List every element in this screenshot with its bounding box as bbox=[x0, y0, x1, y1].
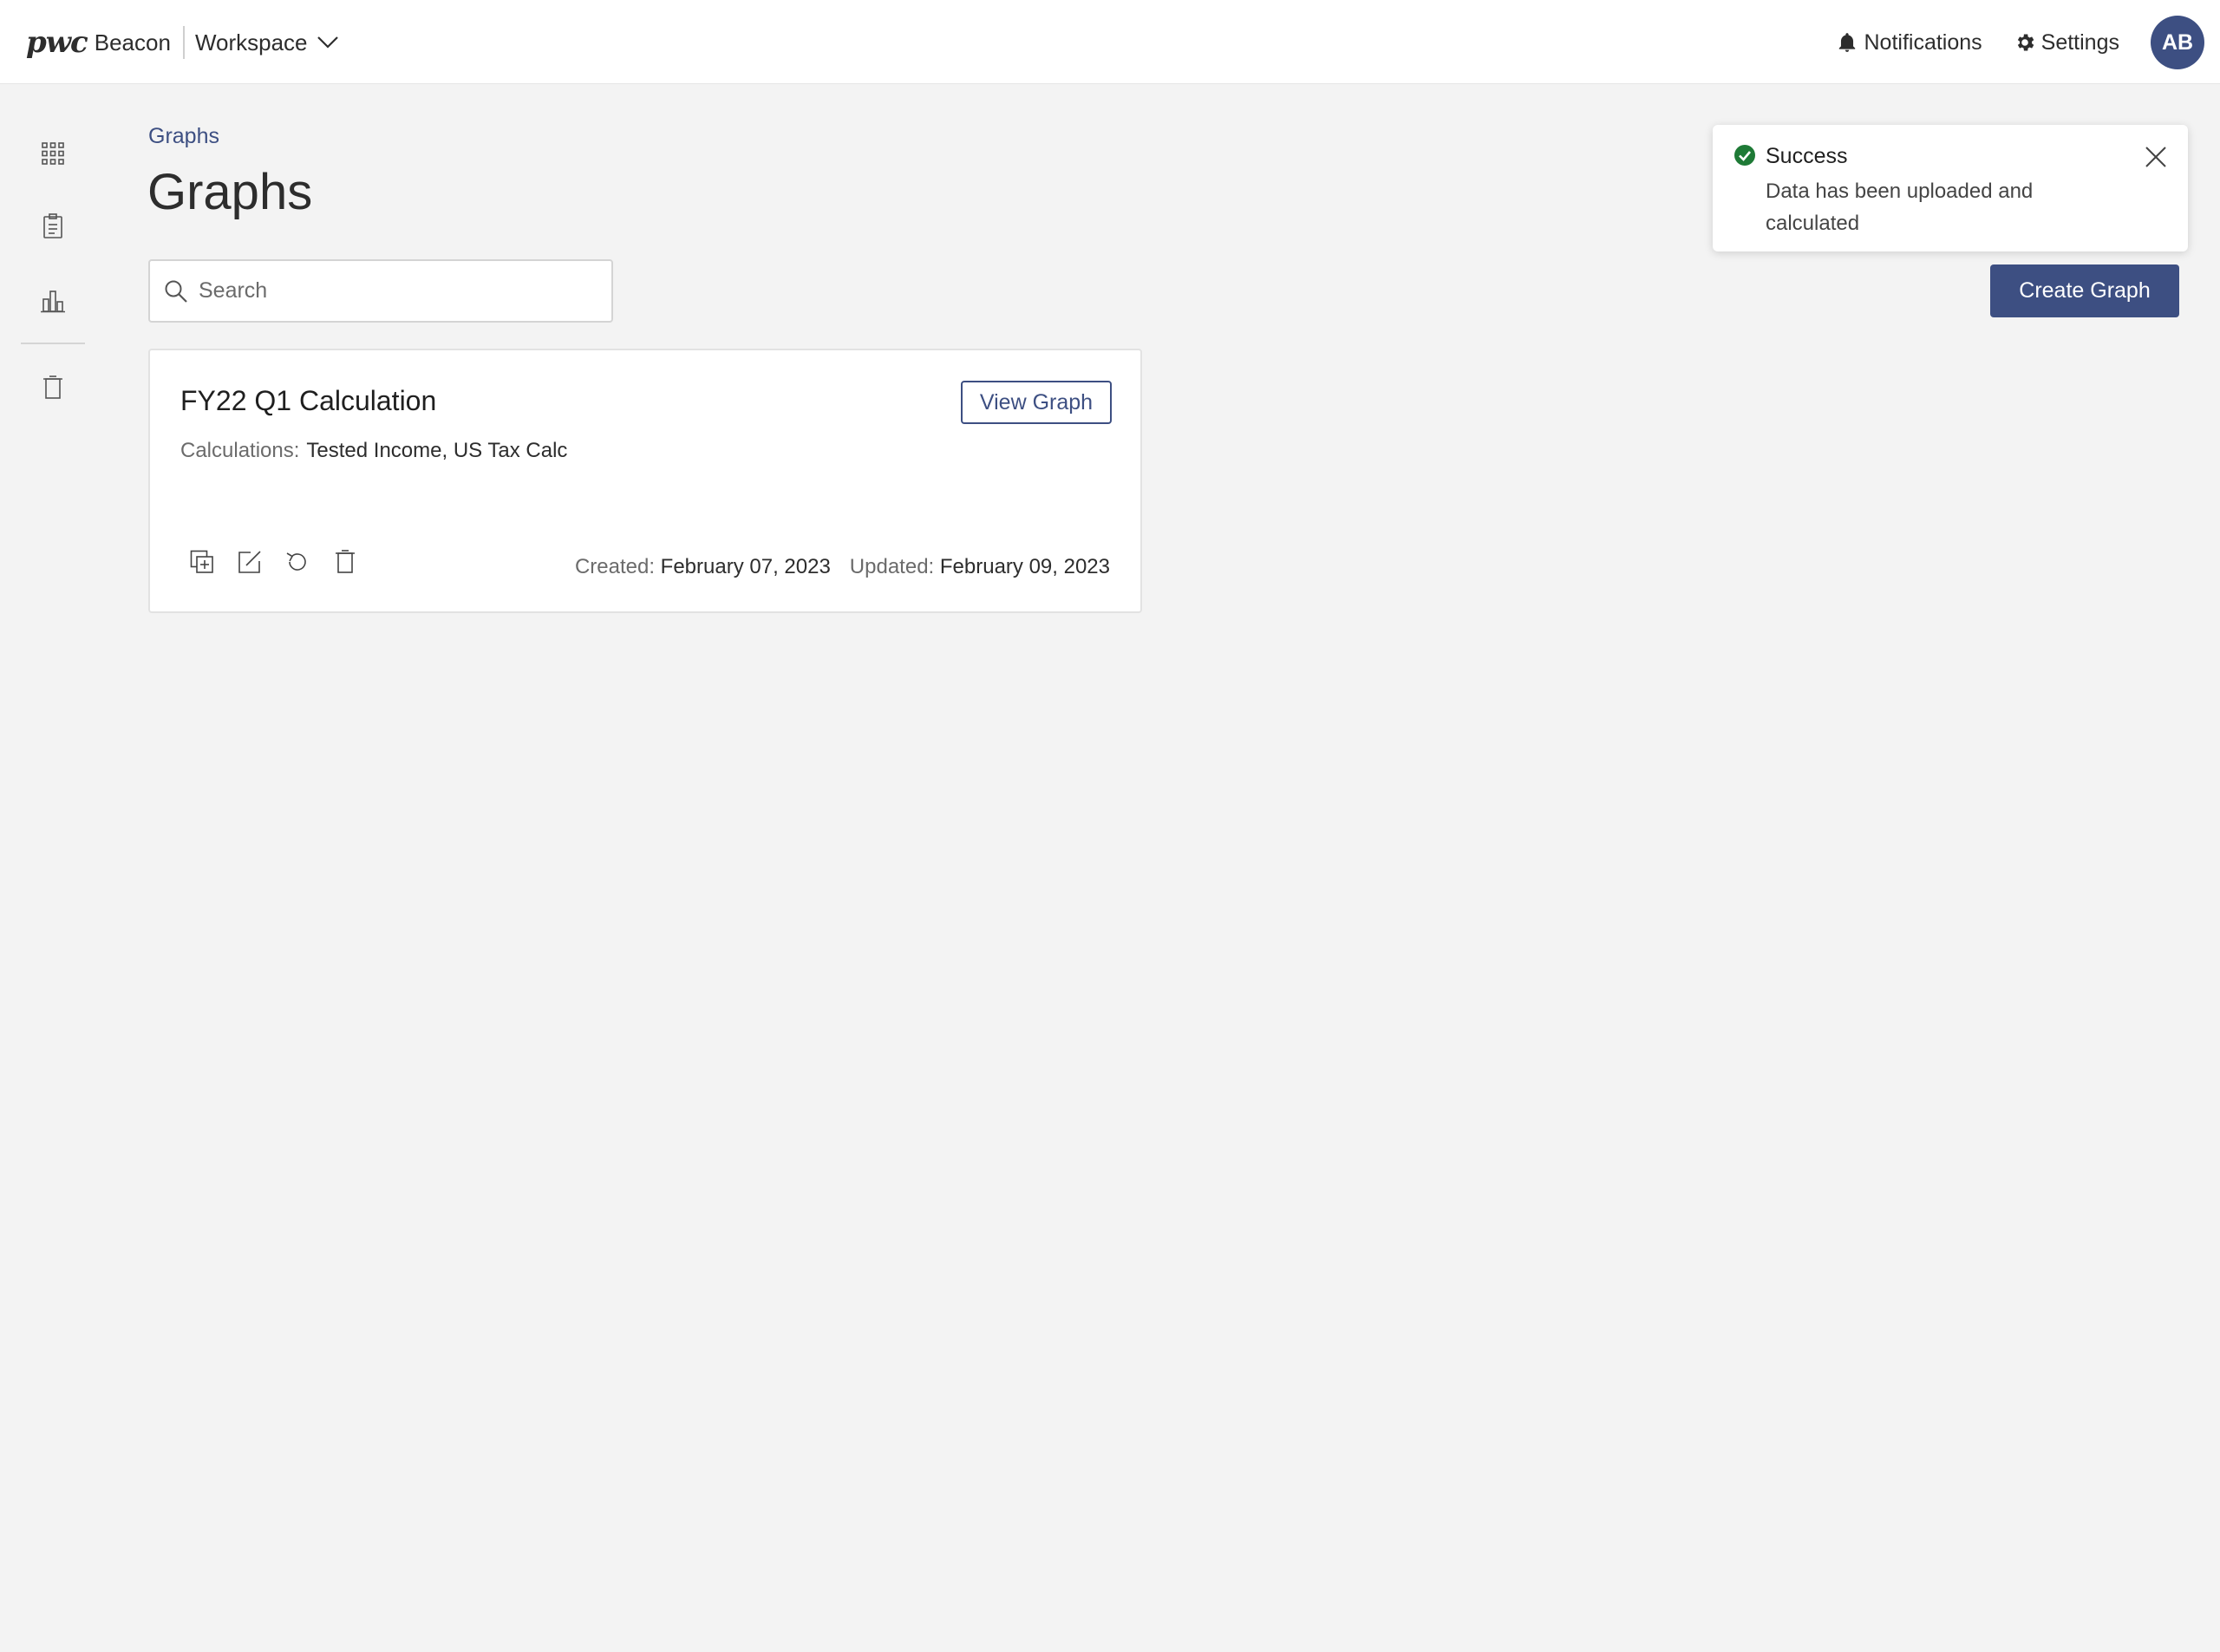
calculations-value: Tested Income, US Tax Calc bbox=[306, 439, 568, 462]
delete-button[interactable] bbox=[331, 548, 359, 576]
brand: pwc Beacon Workspace bbox=[26, 24, 339, 61]
settings-button[interactable]: Settings bbox=[2014, 30, 2119, 56]
edit-button[interactable] bbox=[236, 548, 264, 576]
refresh-icon bbox=[286, 552, 306, 571]
refresh-button[interactable] bbox=[284, 548, 311, 576]
card-actions bbox=[188, 548, 379, 576]
clipboard-icon bbox=[43, 213, 62, 238]
copy-icon bbox=[190, 550, 213, 573]
grid-icon bbox=[42, 142, 64, 165]
sidebar-separator bbox=[21, 343, 85, 344]
sidebar-item-reports[interactable] bbox=[40, 213, 66, 239]
page-title: Graphs bbox=[147, 164, 313, 220]
bell-icon bbox=[1839, 33, 1856, 52]
sidebar bbox=[0, 85, 106, 1652]
top-bar: pwc Beacon Workspace Notifications Setti… bbox=[0, 0, 2220, 84]
breadcrumb-graphs[interactable]: Graphs bbox=[148, 124, 219, 149]
gear-icon bbox=[2017, 34, 2034, 51]
sidebar-item-trash[interactable] bbox=[40, 375, 66, 401]
settings-label: Settings bbox=[2040, 29, 2119, 55]
calculations-label: Calculations: bbox=[180, 439, 300, 462]
toast-close-button[interactable] bbox=[2143, 144, 2169, 170]
workspace-dropdown[interactable]: Workspace bbox=[195, 29, 339, 56]
bar-chart-icon bbox=[41, 291, 65, 313]
pwc-logo[interactable]: pwc bbox=[26, 25, 88, 60]
search-icon bbox=[165, 280, 187, 303]
search-box[interactable] bbox=[148, 259, 613, 323]
calculations-line: Calculations: Tested Income, US Tax Calc bbox=[180, 439, 567, 463]
close-icon bbox=[2145, 147, 2166, 167]
delete-icon bbox=[336, 550, 355, 573]
create-graph-button[interactable]: Create Graph bbox=[1990, 264, 2179, 317]
brand-divider bbox=[182, 26, 185, 59]
created-date: February 07, 2023 bbox=[660, 555, 831, 578]
updated-date: February 09, 2023 bbox=[939, 555, 1110, 578]
card-dates: Created: February 07, 2023 Updated: Febru… bbox=[575, 555, 1110, 579]
notifications-button[interactable]: Notifications bbox=[1836, 30, 1982, 56]
notifications-label: Notifications bbox=[1864, 29, 1982, 55]
user-avatar[interactable]: AB bbox=[2151, 16, 2204, 69]
top-actions: Notifications Settings AB bbox=[1836, 16, 2204, 69]
edit-icon bbox=[238, 551, 261, 573]
view-graph-button[interactable]: View Graph bbox=[961, 381, 1112, 424]
toast-title: Success bbox=[1766, 144, 1848, 168]
sidebar-item-graphs[interactable] bbox=[40, 288, 66, 314]
graph-card-title: FY22 Q1 Calculation bbox=[180, 385, 437, 416]
chevron-down-icon bbox=[317, 36, 338, 49]
graph-card: FY22 Q1 Calculation View Graph Calculati… bbox=[148, 349, 1142, 613]
product-name: Beacon bbox=[94, 29, 171, 56]
workspace-label: Workspace bbox=[194, 29, 308, 56]
trash-icon bbox=[43, 375, 62, 399]
toast-message: Data has been uploaded and calculated bbox=[1766, 180, 2034, 235]
check-circle-icon bbox=[1734, 145, 1755, 166]
sidebar-item-dashboard[interactable] bbox=[40, 140, 66, 167]
created-label: Created: bbox=[574, 555, 655, 578]
copy-button[interactable] bbox=[188, 548, 216, 576]
updated-label: Updated: bbox=[849, 555, 935, 578]
search-input[interactable] bbox=[199, 278, 597, 304]
success-toast: Success Data has been uploaded and calcu… bbox=[1713, 125, 2188, 251]
